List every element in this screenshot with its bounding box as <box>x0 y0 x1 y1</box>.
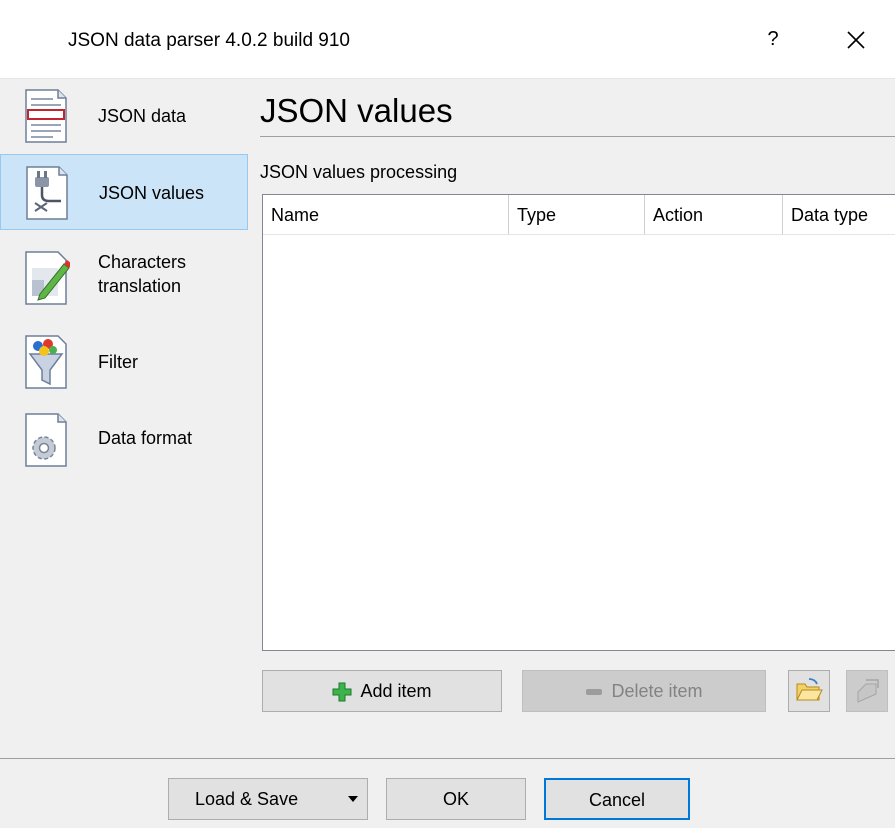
add-item-button[interactable]: Add item <box>262 670 502 712</box>
document-plug-icon <box>26 166 68 220</box>
column-header-name[interactable]: Name <box>263 195 509 235</box>
document-lines-icon <box>25 89 67 143</box>
sidebar-item-data-format[interactable]: Data format <box>0 402 248 482</box>
document-pencil-icon <box>25 251 70 305</box>
json-values-grid[interactable]: Name Type Action Data type <box>262 194 895 651</box>
sidebar-item-label: JSON values <box>99 183 205 203</box>
close-button[interactable] <box>836 22 876 56</box>
title-divider <box>260 136 895 137</box>
footer-divider <box>0 758 895 759</box>
sidebar-item-label: Characters translation <box>98 252 187 296</box>
sidebar-item-label: Filter <box>98 352 138 372</box>
column-header-type[interactable]: Type <box>509 195 645 235</box>
sidebar-item-json-values[interactable]: JSON values <box>0 154 248 230</box>
column-header-action[interactable]: Action <box>645 195 783 235</box>
plus-icon <box>332 682 352 702</box>
ok-button[interactable]: OK <box>386 778 526 820</box>
open-file-button[interactable] <box>788 670 830 712</box>
save-disabled-icon <box>857 679 879 703</box>
section-label: JSON values processing <box>260 162 458 182</box>
sidebar-item-characters-translation[interactable]: Characters translation <box>0 238 248 322</box>
page-title: JSON values <box>260 92 453 129</box>
help-button[interactable]: ? <box>758 24 788 54</box>
close-icon <box>847 31 865 49</box>
sidebar-item-json-data[interactable]: JSON data <box>0 78 248 154</box>
window-title: JSON data parser 4.0.2 build 910 <box>68 30 351 51</box>
document-gear-icon <box>25 413 67 467</box>
minus-icon <box>586 689 603 696</box>
column-header-data-type[interactable]: Data type <box>783 195 895 235</box>
save-file-button[interactable] <box>846 670 888 712</box>
sidebar-item-filter[interactable]: Filter <box>0 324 248 400</box>
folder-open-icon <box>796 678 823 701</box>
sidebar-nav: JSON data JSON values Characters transla… <box>0 78 250 758</box>
chevron-down-icon[interactable] <box>347 795 359 803</box>
sidebar-item-label: Data format <box>98 428 193 448</box>
delete-item-button[interactable]: Delete item <box>522 670 766 712</box>
sidebar-item-label: JSON data <box>98 106 187 126</box>
funnel-icon <box>25 335 67 389</box>
load-save-button[interactable]: Load & Save <box>168 778 514 820</box>
cancel-button[interactable]: Cancel <box>544 778 690 820</box>
title-bar: JSON data parser 4.0.2 build 910 ? <box>0 0 895 79</box>
